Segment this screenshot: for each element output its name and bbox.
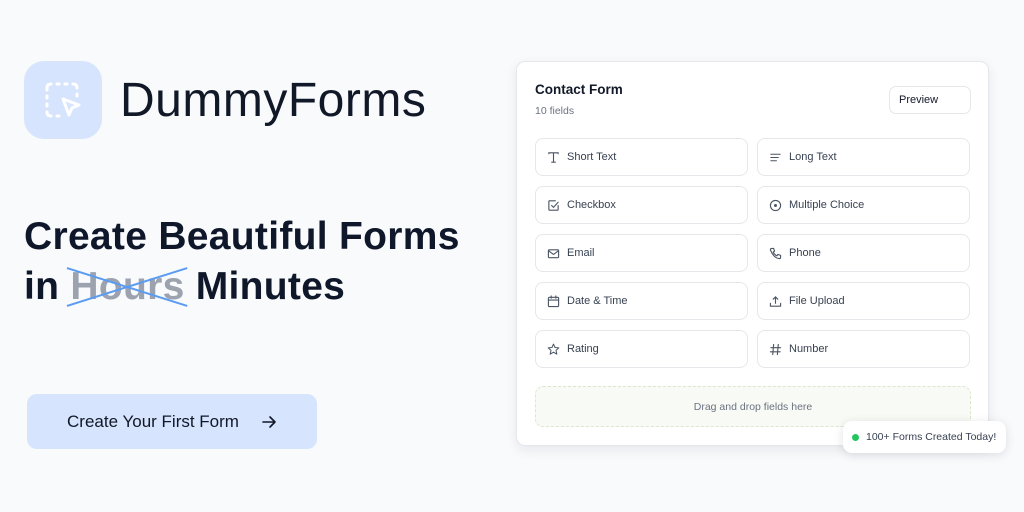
preview-button[interactable]: Preview <box>889 86 971 114</box>
field-label: Phone <box>789 247 821 259</box>
field-phone[interactable]: Phone <box>757 234 970 272</box>
dashed-selection-cursor-icon <box>45 82 81 118</box>
field-rating[interactable]: Rating <box>535 330 748 368</box>
hero-headline: Create Beautiful Forms in Hours Minutes <box>24 212 460 312</box>
checkbox-icon <box>546 198 560 212</box>
form-builder-card: Contact Form 10 fields Preview Short Tex… <box>516 61 989 446</box>
brand-header: DummyForms <box>24 61 426 139</box>
field-short-text[interactable]: Short Text <box>535 138 748 176</box>
field-label: File Upload <box>789 295 845 307</box>
field-label: Number <box>789 343 829 355</box>
logo <box>24 61 102 139</box>
strikethrough-cross <box>67 266 187 308</box>
text-t-icon <box>546 150 560 164</box>
field-count: 10 fields <box>535 105 575 117</box>
align-left-icon <box>768 150 782 164</box>
mail-icon <box>546 246 560 260</box>
field-label: Email <box>567 247 595 259</box>
struck-word: Hours <box>70 262 184 312</box>
cta-label: Create Your First Form <box>67 411 239 431</box>
star-icon <box>546 342 560 356</box>
hash-icon <box>768 342 782 356</box>
phone-icon <box>768 246 782 260</box>
field-label: Date & Time <box>567 295 628 307</box>
create-first-form-button[interactable]: Create Your First Form <box>27 394 317 449</box>
field-label: Short Text <box>567 151 617 163</box>
calendar-icon <box>546 294 560 308</box>
brand-name: DummyForms <box>120 73 427 127</box>
upload-icon <box>768 294 782 308</box>
headline-line-1: Create Beautiful Forms <box>24 215 460 258</box>
field-label: Long Text <box>789 151 837 163</box>
field-label: Multiple Choice <box>789 199 865 211</box>
arrow-right-icon <box>261 414 277 430</box>
headline-prefix: in <box>24 265 60 308</box>
field-palette: Short Text Long Text Checkbox Multiple C… <box>535 138 970 368</box>
replacement-word: Minutes <box>195 265 346 308</box>
field-number[interactable]: Number <box>757 330 970 368</box>
field-email[interactable]: Email <box>535 234 748 272</box>
field-date-time[interactable]: Date & Time <box>535 282 748 320</box>
field-file-upload[interactable]: File Upload <box>757 282 970 320</box>
headline-line-2: in Hours Minutes <box>24 262 460 312</box>
form-title: Contact Form <box>535 82 623 97</box>
toast-label: 100+ Forms Created Today! <box>866 431 997 443</box>
field-label: Checkbox <box>567 199 616 211</box>
activity-toast: 100+ Forms Created Today! <box>843 421 1007 453</box>
field-long-text[interactable]: Long Text <box>757 138 970 176</box>
field-multiple-choice[interactable]: Multiple Choice <box>757 186 970 224</box>
status-dot-icon <box>852 433 859 441</box>
radio-icon <box>768 198 782 212</box>
field-checkbox[interactable]: Checkbox <box>535 186 748 224</box>
field-label: Rating <box>567 343 599 355</box>
